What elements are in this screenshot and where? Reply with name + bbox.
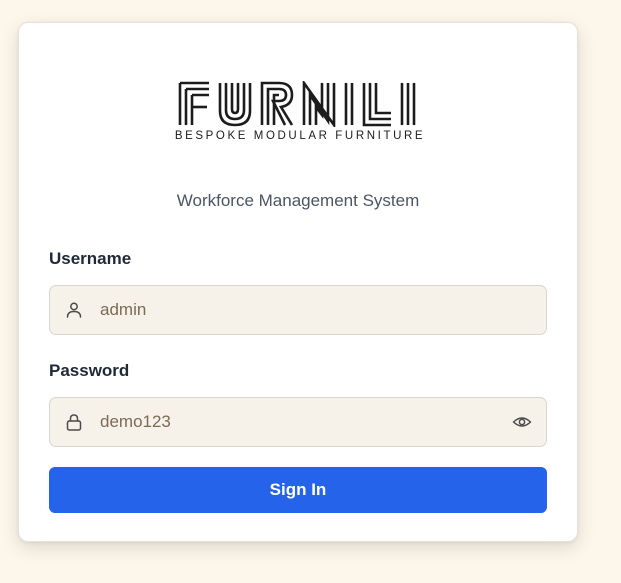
password-field[interactable] — [49, 397, 547, 447]
brand-tagline: BESPOKE MODULAR FURNITURE — [174, 130, 426, 142]
sign-in-button[interactable]: Sign In — [49, 467, 547, 513]
username-input[interactable] — [100, 286, 480, 334]
user-icon — [66, 302, 82, 318]
eye-icon[interactable] — [512, 412, 532, 432]
lock-icon — [66, 414, 82, 431]
username-field[interactable] — [49, 285, 547, 335]
username-label: Username — [49, 249, 132, 268]
brand-logo: BESPOKE MODULAR FURNITURE — [19, 81, 577, 142]
app-subtitle: Workforce Management System — [176, 191, 420, 210]
login-card: BESPOKE MODULAR FURNITURE Workforce Mana… — [18, 22, 578, 542]
furnili-wordmark — [178, 81, 416, 127]
password-input[interactable] — [100, 398, 480, 446]
password-label: Password — [49, 361, 130, 380]
